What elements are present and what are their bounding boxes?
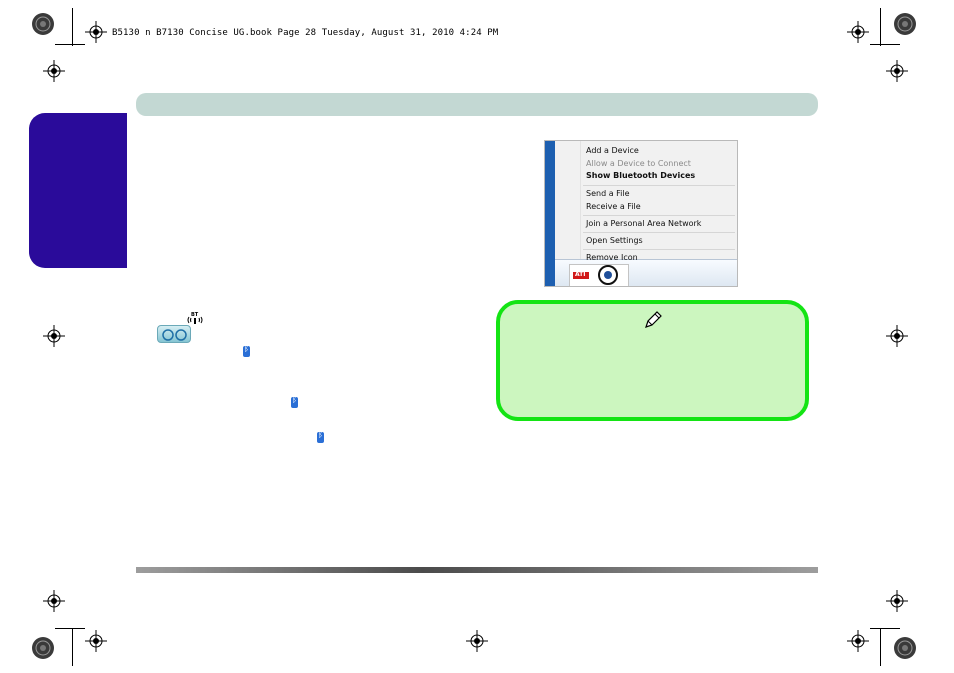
bluetooth-icon — [243, 344, 250, 357]
crop-line — [55, 44, 85, 45]
registration-mark-icon — [43, 590, 65, 612]
svg-text:BT: BT — [191, 312, 199, 318]
color-rosette-icon — [31, 636, 55, 660]
chapter-header-bar — [136, 93, 818, 116]
menu-item-send-file[interactable]: Send a File — [586, 189, 630, 198]
menu-separator — [583, 232, 735, 233]
taskbar-edge — [545, 141, 555, 286]
menu-item-add-device[interactable]: Add a Device — [586, 146, 639, 155]
bluetooth-context-menu: Add a Device Allow a Device to Connect S… — [544, 140, 738, 287]
crop-line — [72, 628, 73, 666]
menu-item-remove-icon[interactable]: Remove Icon — [586, 253, 638, 262]
crop-line — [55, 628, 85, 629]
menu-item-receive-file[interactable]: Receive a File — [586, 202, 641, 211]
menu-item-allow-connect: Allow a Device to Connect — [586, 159, 691, 168]
menu-item-join-pan[interactable]: Join a Personal Area Network — [586, 219, 701, 228]
pencil-icon — [645, 311, 662, 328]
color-rosette-icon — [893, 12, 917, 36]
ati-tray-label: ATI — [575, 271, 586, 278]
menu-separator — [583, 215, 735, 216]
bluetooth-wireless-icon: BT — [187, 312, 203, 324]
menu-separator — [583, 249, 735, 250]
language-side-tab — [29, 113, 127, 268]
registration-mark-icon — [43, 60, 65, 82]
crop-line — [870, 44, 900, 45]
ati-tray-icon[interactable]: ATI — [573, 271, 589, 279]
registration-mark-icon — [466, 630, 488, 652]
menu-separator — [583, 185, 735, 186]
bluetooth-icon — [291, 395, 298, 408]
color-rosette-icon — [31, 12, 55, 36]
crop-line — [72, 8, 73, 46]
registration-mark-icon — [847, 21, 869, 43]
registration-mark-icon — [85, 21, 107, 43]
menu-icon-gutter — [555, 141, 581, 259]
registration-mark-icon — [886, 60, 908, 82]
registration-mark-icon — [886, 325, 908, 347]
registration-mark-icon — [85, 630, 107, 652]
crop-line — [870, 628, 900, 629]
menu-item-open-settings[interactable]: Open Settings — [586, 236, 643, 245]
registration-mark-icon — [886, 590, 908, 612]
registration-mark-icon — [43, 325, 65, 347]
menu-item-show-devices[interactable]: Show Bluetooth Devices — [586, 171, 695, 180]
registration-mark-icon — [847, 630, 869, 652]
footer-rule — [136, 567, 818, 573]
bluetooth-hotkey-button-icon — [157, 325, 191, 343]
print-header: B5130 n B7130 Concise UG.book Page 28 Tu… — [112, 28, 499, 38]
bluetooth-icon — [317, 430, 324, 443]
color-rosette-icon — [893, 636, 917, 660]
crop-line — [880, 8, 881, 46]
crop-line — [880, 628, 881, 666]
bluetooth-tray-icon[interactable] — [598, 265, 618, 285]
